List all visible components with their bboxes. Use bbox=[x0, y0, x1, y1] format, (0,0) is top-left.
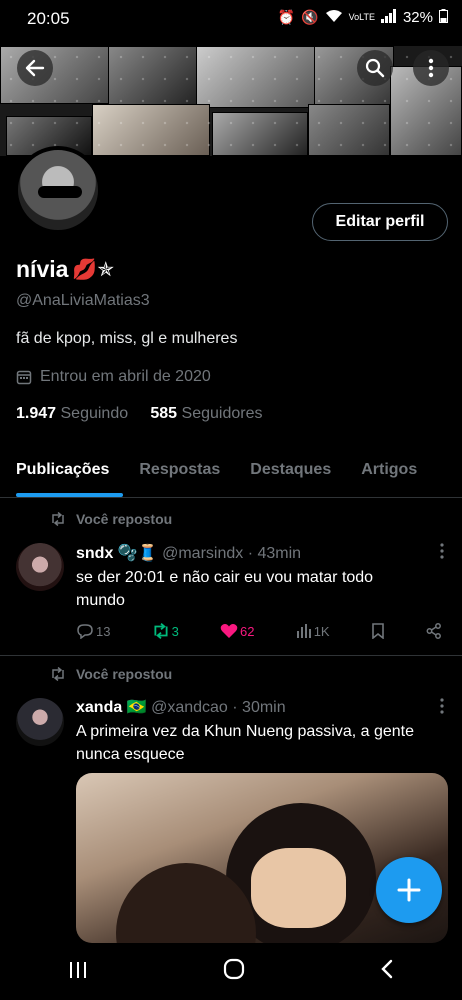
status-icons: ⏰ 🔇 VoLTE 32% bbox=[278, 9, 448, 26]
post-avatar[interactable] bbox=[16, 698, 64, 746]
recent-apps-icon bbox=[69, 962, 86, 978]
more-options-button[interactable] bbox=[413, 50, 449, 86]
calendar-icon bbox=[16, 370, 32, 385]
post-avatar[interactable] bbox=[16, 543, 64, 591]
volte-label: VoLTE bbox=[348, 12, 375, 22]
follow-stats: 1.947 Seguindo 585 Seguidores bbox=[16, 405, 262, 423]
joined-text: Entrou em abril de 2020 bbox=[40, 368, 211, 385]
profile-tabs: Publicações Respostas Destaques Artigos bbox=[0, 446, 462, 498]
reply-icon bbox=[77, 624, 93, 639]
post-author[interactable]: xanda bbox=[76, 699, 122, 716]
more-vertical-icon bbox=[440, 698, 444, 714]
status-time: 20:05 bbox=[27, 9, 70, 28]
post-more-button[interactable] bbox=[440, 698, 444, 719]
home-button[interactable] bbox=[223, 958, 245, 986]
profile-name-emojis: 💋✯ bbox=[72, 259, 115, 281]
repost-icon bbox=[154, 623, 168, 639]
more-vertical-icon bbox=[428, 58, 434, 78]
post-time: · 43min bbox=[247, 545, 302, 562]
profile-avatar[interactable] bbox=[14, 146, 102, 234]
home-icon bbox=[223, 958, 245, 980]
following-label: Seguindo bbox=[60, 405, 129, 422]
post-divider bbox=[0, 655, 462, 656]
post-handle: @xandcao bbox=[151, 699, 228, 716]
share-icon bbox=[426, 623, 441, 639]
back-button[interactable] bbox=[17, 50, 53, 86]
more-vertical-icon bbox=[440, 543, 444, 559]
profile-name: nívia 💋✯ bbox=[16, 256, 114, 283]
views-button[interactable]: 1K bbox=[296, 623, 330, 639]
repost-indicator: Você repostou bbox=[50, 666, 172, 682]
compose-button[interactable] bbox=[376, 857, 442, 923]
tab-respostas[interactable]: Respostas bbox=[123, 446, 234, 497]
bookmark-icon bbox=[371, 623, 384, 639]
post-handle: @marsindx bbox=[162, 545, 244, 562]
mute-icon: 🔇 bbox=[301, 9, 319, 25]
post-more-button[interactable] bbox=[440, 543, 444, 564]
wifi-icon bbox=[325, 9, 343, 26]
profile-handle: @AnaLiviaMatias3 bbox=[16, 292, 150, 309]
tab-destaques[interactable]: Destaques bbox=[234, 446, 345, 497]
tab-artigos[interactable]: Artigos bbox=[345, 446, 431, 497]
share-button[interactable] bbox=[426, 623, 442, 639]
plus-icon bbox=[397, 878, 421, 902]
post-author-emojis: 🇧🇷 bbox=[126, 699, 147, 716]
repost-button[interactable]: 3 bbox=[152, 623, 179, 639]
battery-icon bbox=[439, 9, 448, 26]
back-nav-button[interactable] bbox=[380, 959, 394, 985]
tab-publicacoes[interactable]: Publicações bbox=[0, 446, 124, 497]
repost-label: Você repostou bbox=[76, 666, 173, 682]
post-author[interactable]: sndx bbox=[76, 545, 113, 562]
followers-label: Seguidores bbox=[181, 405, 263, 422]
following-link[interactable]: 1.947 Seguindo bbox=[16, 405, 128, 422]
profile-joined: Entrou em abril de 2020 bbox=[16, 368, 211, 386]
post-time: · 30min bbox=[232, 699, 286, 716]
bookmark-button[interactable] bbox=[371, 623, 385, 639]
profile-bio: fã de kpop, miss, gl e mulheres bbox=[16, 330, 238, 347]
repost-indicator: Você repostou bbox=[50, 511, 172, 527]
search-button[interactable] bbox=[357, 50, 393, 86]
followers-link[interactable]: 585 Seguidores bbox=[150, 405, 262, 422]
back-arrow-icon bbox=[25, 59, 45, 77]
post-header: xanda 🇧🇷 @xandcao · 30min bbox=[76, 697, 286, 717]
chevron-left-icon bbox=[381, 959, 393, 979]
reply-button[interactable]: 13 bbox=[76, 623, 110, 639]
battery-percent: 32% bbox=[402, 9, 433, 26]
like-count: 62 bbox=[240, 623, 255, 639]
like-button[interactable]: 62 bbox=[220, 623, 255, 639]
repost-label: Você repostou bbox=[76, 511, 173, 527]
edit-profile-button[interactable]: Editar perfil bbox=[312, 203, 448, 241]
repost-count: 3 bbox=[171, 623, 179, 639]
system-navigation-bar bbox=[0, 944, 462, 1000]
profile-name-text: nívia bbox=[16, 256, 69, 282]
views-count: 1K bbox=[313, 623, 330, 639]
post-header: sndx 🫧🧵 @marsindx · 43min bbox=[76, 543, 301, 563]
following-count: 1.947 bbox=[16, 405, 57, 422]
search-icon bbox=[365, 58, 385, 78]
post-actions: 13 3 62 1K bbox=[76, 623, 442, 639]
post-text: se der 20:01 e não cair eu vou matar tod… bbox=[76, 569, 374, 609]
recent-apps-button[interactable] bbox=[68, 959, 88, 985]
alarm-icon: ⏰ bbox=[277, 9, 296, 25]
followers-count: 585 bbox=[150, 405, 178, 422]
post-author-emojis: 🫧🧵 bbox=[117, 545, 158, 562]
views-icon bbox=[296, 624, 311, 638]
reply-count: 13 bbox=[96, 623, 111, 639]
repost-icon bbox=[52, 512, 64, 526]
signal-icon bbox=[380, 9, 397, 26]
profile-banner bbox=[0, 46, 462, 156]
repost-icon bbox=[52, 667, 64, 681]
heart-icon bbox=[220, 624, 238, 638]
post-text: A primeira vez da Khun Nueng passiva, a … bbox=[76, 723, 414, 763]
status-bar: 20:05 ⏰ 🔇 VoLTE 32% bbox=[0, 0, 462, 38]
